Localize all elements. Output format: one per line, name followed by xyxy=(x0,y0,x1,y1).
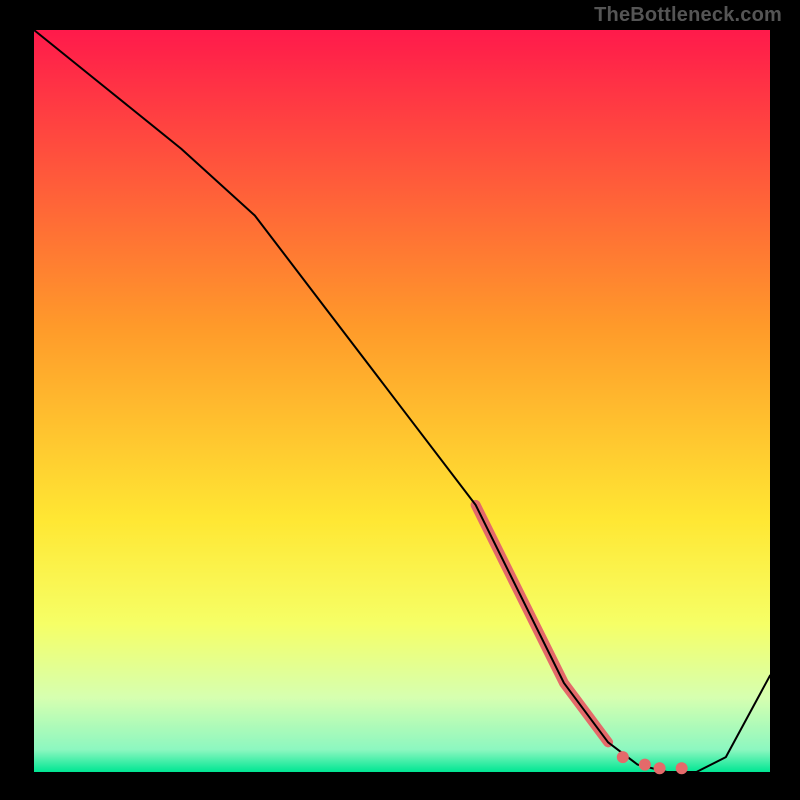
chart-container: TheBottleneck.com xyxy=(0,0,800,800)
highlight-dot xyxy=(639,759,651,771)
watermark-text: TheBottleneck.com xyxy=(594,4,782,27)
highlight-dot xyxy=(617,751,629,763)
highlight-dot xyxy=(676,762,688,774)
highlight-dot xyxy=(654,762,666,774)
plot-background xyxy=(34,30,770,772)
bottleneck-chart xyxy=(0,0,800,800)
